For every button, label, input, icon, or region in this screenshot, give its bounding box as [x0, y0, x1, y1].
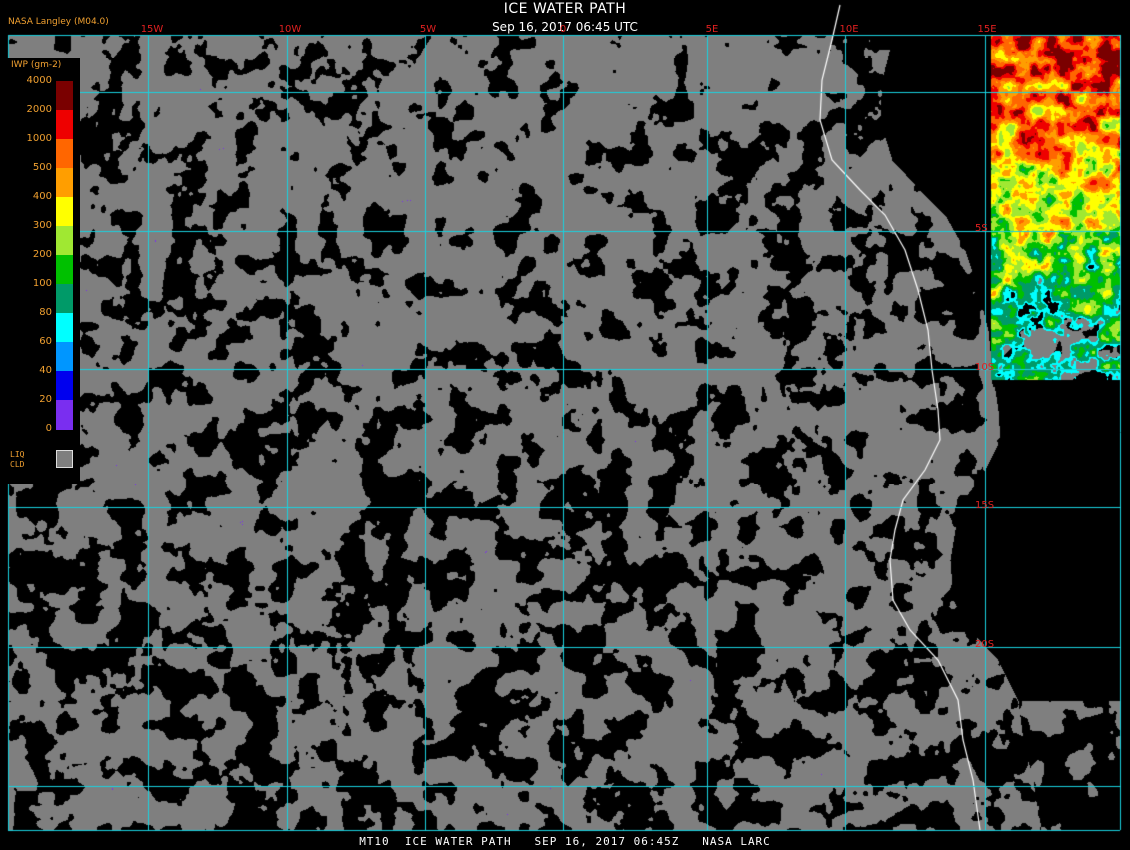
legend-tick: 20	[39, 394, 52, 405]
legend-tick: 300	[32, 220, 52, 231]
lat-label-10s: 10S	[975, 362, 995, 373]
lon-label-0: 0	[559, 24, 567, 35]
color-legend: IWP (gm-2) 4000 2000 1000 500 400 300 20…	[8, 58, 80, 484]
legend-swatch	[56, 313, 73, 342]
legend-swatch	[56, 81, 73, 110]
legend-tick: 80	[39, 307, 52, 318]
map-title: ICE WATER PATH	[503, 1, 627, 17]
legend-tick: 500	[32, 162, 52, 173]
legend-tick: 200	[32, 249, 52, 260]
legend-tick: 4000	[26, 75, 52, 86]
legend-swatch	[56, 197, 73, 226]
lon-label-10w: 10W	[278, 24, 302, 35]
lon-label-5w: 5W	[419, 24, 437, 35]
legend-swatch	[56, 371, 73, 400]
lat-label-15s: 15S	[975, 500, 995, 511]
legend-swatch	[56, 168, 73, 197]
satellite-map	[0, 0, 1130, 850]
legend-tick: 100	[32, 278, 52, 289]
footer-caption: MT10 ICE WATER PATH SEP 16, 2017 06:45Z …	[359, 835, 771, 848]
legend-swatch	[56, 284, 73, 313]
lon-label-10e: 10E	[839, 24, 859, 35]
legend-swatch	[56, 110, 73, 139]
legend-tick: 60	[39, 336, 52, 347]
legend-units: IWP (gm-2)	[11, 60, 62, 70]
legend-liquid-label: LIQ CLD	[10, 450, 25, 469]
lat-label-5s: 5S	[975, 223, 988, 234]
legend-swatch	[56, 255, 73, 284]
legend-liquid-swatch	[56, 450, 73, 468]
legend-tick: 0	[45, 423, 52, 434]
lon-label-5e: 5E	[705, 24, 719, 35]
legend-tick: 40	[39, 365, 52, 376]
legend-tick: 2000	[26, 104, 52, 115]
legend-swatch	[56, 400, 73, 430]
legend-tick: 1000	[26, 133, 52, 144]
legend-swatch	[56, 342, 73, 371]
lat-label-20s: 20S	[975, 639, 995, 650]
legend-tick: 400	[32, 191, 52, 202]
legend-swatch	[56, 139, 73, 168]
lon-label-15e: 15E	[977, 24, 997, 35]
legend-swatch	[56, 226, 73, 255]
lon-label-15w: 15W	[140, 24, 164, 35]
